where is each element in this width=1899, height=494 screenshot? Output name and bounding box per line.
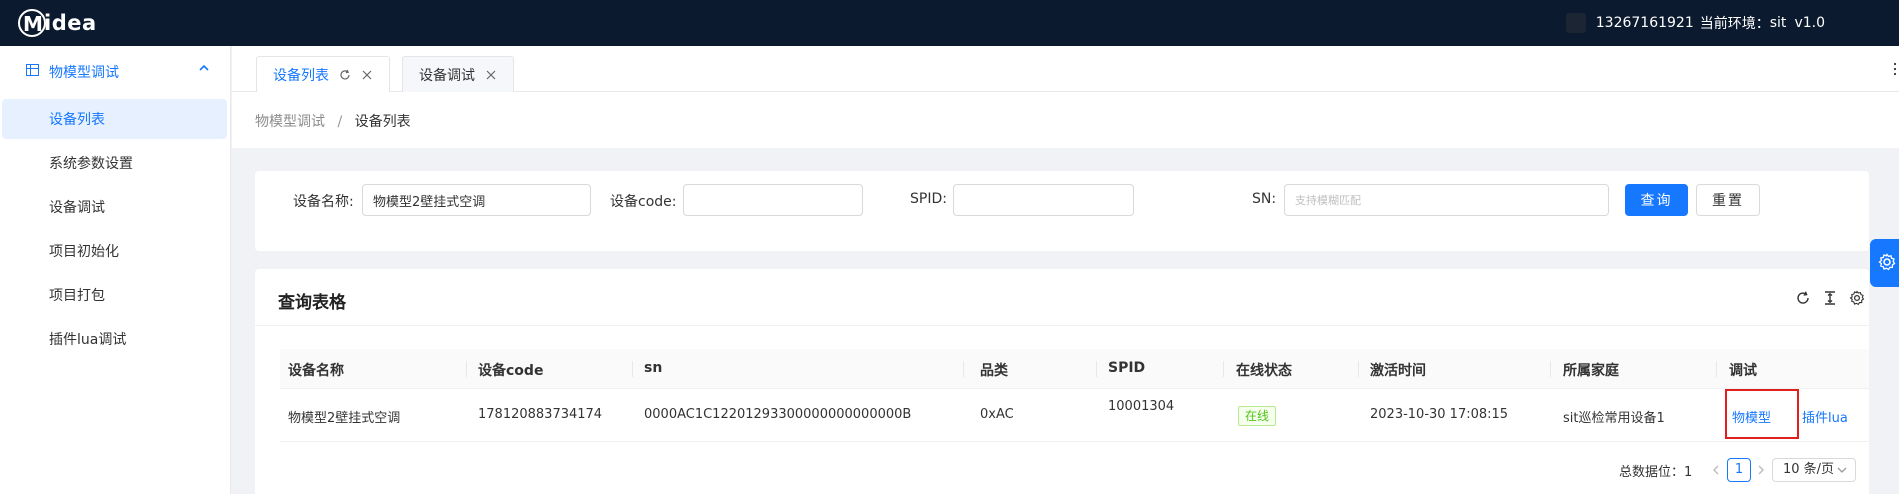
sidebar-item-device-list[interactable]: 设备列表 [2,99,227,139]
status-badge: 在线 [1238,406,1277,426]
card-title: 查询表格 [278,293,346,313]
sidebar-item-label: 设备列表 [49,112,105,128]
chevron-up-icon [199,64,209,71]
sidebar-item-device-debug[interactable]: 设备调试 [0,187,231,227]
version-label: v1.0 [1794,15,1825,31]
top-header: idea 13267161921 当前环境： sit v1.0 [0,0,1899,46]
query-button[interactable]: 查询 [1625,184,1688,216]
column-height-icon[interactable] [1822,290,1838,306]
plugin-lua-link[interactable]: 插件lua [1802,407,1848,426]
logo-mark [18,9,46,37]
sidebar-item-label: 插件lua调试 [49,332,127,348]
sn-input[interactable] [1284,184,1609,216]
tab-label: 设备列表 [273,68,329,84]
device-code-input[interactable] [683,184,863,216]
col-device-name: 设备名称 [288,363,344,379]
tab-label: 设备调试 [419,67,475,84]
close-icon[interactable] [361,69,373,81]
pagination-total-label: 总数据位： [1619,465,1685,480]
cell-sn: 0000AC1C12201293300000000000000B [644,407,912,422]
page-size-value: 10 条/页 [1783,462,1835,477]
sidebar-item-label: 系统参数设置 [49,156,133,172]
pagination-page-1[interactable]: 1 [1727,458,1751,482]
more-vertical-icon[interactable] [1891,62,1899,76]
col-family: 所属家庭 [1563,363,1619,379]
col-spid: SPID [1108,360,1146,376]
cell-activated-time: 2023-10-30 17:08:15 [1370,407,1509,422]
page-size-select[interactable]: 10 条/页 [1772,458,1856,482]
col-separator [1358,361,1359,377]
col-separator [632,361,633,377]
sidebar-item-project-init[interactable]: 项目初始化 [0,231,231,271]
col-debug: 调试 [1729,363,1757,379]
breadcrumb: 物模型调试 / 设备列表 [255,111,411,131]
sidebar-item-label: 设备调试 [49,200,105,216]
sidebar-group-model-debug[interactable]: 物模型调试 [0,46,231,96]
cell-category: 0xAC [980,407,1014,422]
breadcrumb-separator: / [337,114,343,130]
breadcrumb-current: 设备列表 [354,114,411,130]
cell-family: sit巡检常用设备1 [1563,411,1665,426]
cell-device-code: 178120883734174 [478,407,603,422]
sidebar-item-label: 项目初始化 [49,244,119,260]
col-separator [466,361,467,377]
pagination-total-count: 1 [1684,465,1693,480]
settings-float-button[interactable] [1870,239,1899,287]
thing-model-link[interactable]: 物模型 [1732,407,1771,426]
device-name-label: 设备名称: [293,194,354,210]
midea-logo: idea [18,8,97,38]
sidebar-item-project-package[interactable]: 项目打包 [0,275,231,315]
col-device-code: 设备code [478,363,544,379]
refresh-icon[interactable] [1795,290,1811,306]
device-code-label: 设备code: [610,194,677,210]
chevron-down-icon [1837,467,1847,473]
chevron-left-icon[interactable] [1711,464,1721,476]
sidebar-item-label: 项目打包 [49,288,105,304]
refresh-icon[interactable] [339,69,351,81]
spid-label: SPID: [910,191,947,207]
table-row: 物模型2壁挂式空调 178120883734174 0000AC1C122012… [280,389,1869,442]
search-form: 设备名称: 设备code: SPID: SN: 查询 重置 [255,171,1869,251]
query-table-card: 查询表格 设备名称 设备code sn 品类 SPID 在线状态 激活时间 所属… [255,269,1869,494]
gear-icon[interactable] [1849,290,1865,306]
breadcrumb-parent[interactable]: 物模型调试 [255,114,325,130]
reset-button[interactable]: 重置 [1696,184,1760,216]
logo-text: idea [44,11,97,35]
col-separator [1223,361,1224,377]
user-info[interactable]: 13267161921 当前环境： sit v1.0 [1565,13,1825,33]
table-header: 设备名称 设备code sn 品类 SPID 在线状态 激活时间 所属家庭 调试 [280,349,1869,389]
device-name-input[interactable] [362,184,591,216]
card-divider [255,325,1869,326]
user-phone: 13267161921 [1595,15,1694,31]
gear-icon [1878,253,1896,271]
tab-device-debug[interactable]: 设备调试 [402,56,514,92]
cell-spid: 10001304 [1108,399,1175,414]
col-category: 品类 [980,363,1008,379]
tab-device-list[interactable]: 设备列表 [256,56,390,93]
col-activated-time: 激活时间 [1370,363,1426,379]
spid-input[interactable] [953,184,1134,216]
sidebar-item-plugin-lua[interactable]: 插件lua调试 [0,319,231,359]
sn-label: SN: [1252,191,1277,207]
col-separator [1550,361,1551,377]
table-icon [26,64,39,76]
pagination-total: 总数据位：1 [1619,461,1692,480]
sidebar: 物模型调试 设备列表 系统参数设置 设备调试 项目初始化 项目打包 插件lua调… [0,46,231,494]
col-separator [963,361,964,377]
env-label: 当前环境： [1699,16,1770,32]
chevron-right-icon[interactable] [1756,464,1766,476]
env-value: sit [1769,15,1787,31]
cell-device-name: 物模型2壁挂式空调 [288,411,401,426]
sidebar-group-label: 物模型调试 [49,65,119,81]
col-online-status: 在线状态 [1236,363,1292,379]
sidebar-item-system-params[interactable]: 系统参数设置 [0,143,231,183]
tabs-bar: 设备列表 设备调试 [232,46,1899,93]
col-sn: sn [644,360,663,376]
col-separator [1716,361,1717,377]
close-icon[interactable] [485,69,497,81]
col-separator [1096,361,1097,377]
breadcrumb-bar: 物模型调试 / 设备列表 [232,92,1899,148]
avatar[interactable] [1565,13,1586,33]
